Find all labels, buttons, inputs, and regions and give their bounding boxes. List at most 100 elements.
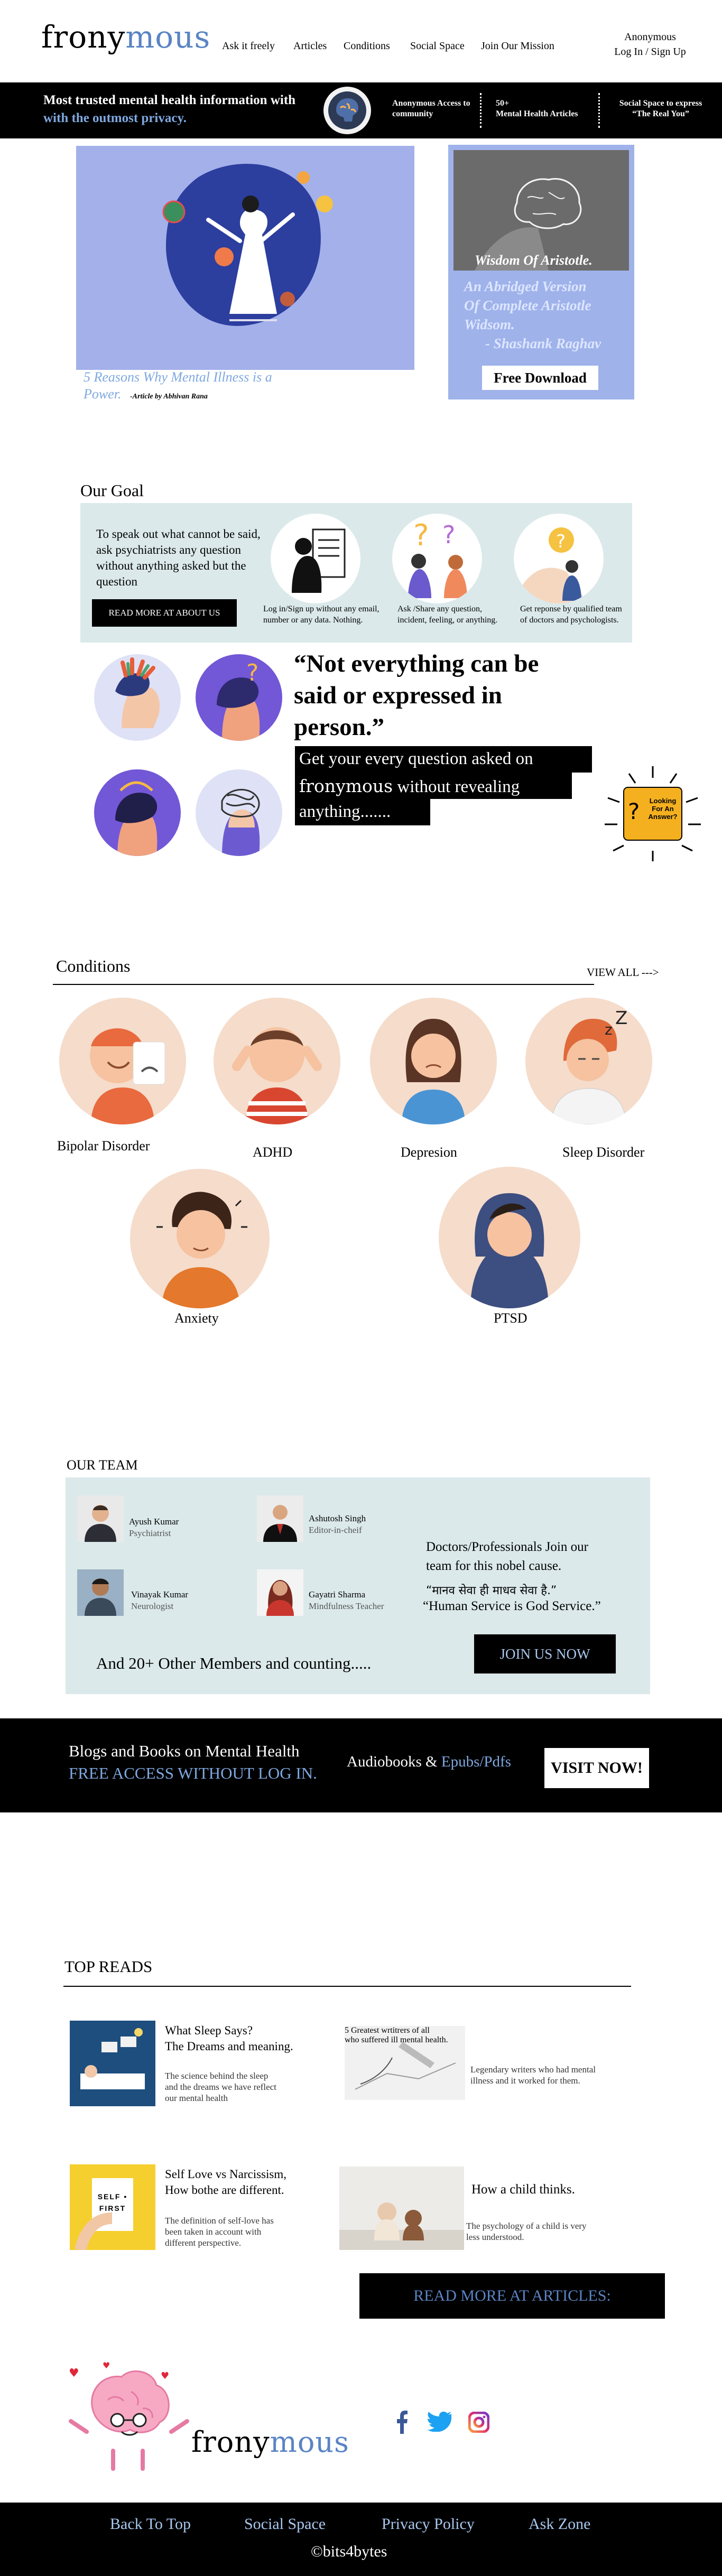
read-card-4[interactable]: How a child thinks. The psychology of a … [339, 2166, 635, 2251]
svg-text:?: ? [628, 798, 640, 824]
condition-bipolar-image[interactable] [59, 998, 186, 1124]
condition-anxiety-label[interactable]: Anxiety [174, 1310, 219, 1326]
member-role: Editor-in-cheif [309, 1525, 362, 1535]
top-reads-heading: TOP READS [64, 1957, 153, 1976]
logo-part2: mous [125, 19, 211, 55]
visit-now-button[interactable]: VISIT NOW! [544, 1748, 649, 1788]
footer-link-ask-zone[interactable]: Ask Zone [529, 2515, 590, 2533]
twitter-icon[interactable] [427, 2412, 451, 2432]
condition-adhd-image[interactable] [214, 998, 340, 1124]
login-illustration [271, 514, 360, 603]
condition-depression-image[interactable] [370, 998, 497, 1124]
condition-ptsd-image[interactable] [439, 1167, 580, 1308]
brain-mascot: ♥ ♥ ♥ [66, 2358, 190, 2474]
book-caption: Wisdom Of Aristotle. [475, 253, 593, 268]
svg-text:♥: ♥ [161, 2370, 169, 2382]
read-title-2: 5 Greatest wrtitrers of all who suffered… [345, 2026, 448, 2045]
svg-text:♥: ♥ [69, 2367, 79, 2380]
footer-link-social-space[interactable]: Social Space [244, 2515, 326, 2533]
divider-1 [480, 93, 482, 128]
team-english-quote: “Human Service is God Service.” [423, 1599, 601, 1613]
privacy-banner: Most trusted mental health information w… [0, 82, 722, 138]
brain-globe-icon [323, 87, 371, 134]
condition-adhd-label[interactable]: ADHD [253, 1145, 292, 1160]
epubs-label: Epubs/Pdfs [441, 1753, 511, 1770]
site-logo[interactable]: fronymous [41, 19, 210, 55]
read-title-1-line2: The Dreams and meaning. [165, 2040, 293, 2053]
nav-articles[interactable]: Articles [293, 40, 327, 52]
blogs-subtitle: FREE ACCESS WITHOUT LOG IN. [69, 1764, 317, 1782]
member-name: Gayatri Sharma [309, 1589, 366, 1599]
team-member-4[interactable]: Gayatri Sharma Mindfulness Teacher [257, 1569, 394, 1617]
condition-anxiety-image[interactable] [130, 1169, 270, 1308]
condition-sleep-disorder-label[interactable]: Sleep Disorder [562, 1145, 644, 1160]
instagram-icon[interactable] [468, 2412, 489, 2433]
read-thumb-self-love: SELF • FIRST [70, 2164, 155, 2250]
condition-depression-label[interactable]: Depresion [401, 1145, 457, 1160]
featured-article-title[interactable]: 5 Reasons Why Mental Illness is a Power.… [84, 369, 272, 405]
quote-text: “Not everything can be said or expressed… [294, 648, 539, 743]
nav-social-space[interactable]: Social Space [410, 40, 465, 52]
quote-line3: person.” [294, 713, 385, 741]
account-menu[interactable]: Anonymous Log In / Sign Up [603, 30, 698, 59]
facebook-icon[interactable] [395, 2411, 408, 2434]
svg-text:?: ? [442, 520, 455, 549]
team-member-1[interactable]: Ayush Kumar Psychiatrist [77, 1495, 215, 1543]
looking-for-answer-badge[interactable]: ? Looking For An Answer? [597, 761, 708, 867]
svg-text:♥: ♥ [103, 2360, 110, 2370]
badge-text: Looking For An Answer? [648, 797, 678, 821]
quote-line2: said or expressed in [294, 682, 502, 709]
team-member-2[interactable]: Ashutosh Singh Editor-in-cheif [257, 1495, 394, 1543]
team-others-count: And 20+ Other Members and counting..... [96, 1654, 372, 1672]
footer-link-back-to-top[interactable]: Back To Top [110, 2515, 191, 2533]
free-download-button[interactable]: Free Download [482, 366, 598, 390]
nav-conditions[interactable]: Conditions [344, 40, 390, 52]
condition-bipolar-label[interactable]: Bipolar Disorder [57, 1138, 150, 1154]
read-card-1[interactable]: What Sleep Says? The Dreams and meaning.… [70, 2021, 323, 2110]
conditions-heading: Conditions [56, 956, 131, 975]
formats-ampersand: & [421, 1753, 441, 1770]
footer-logo[interactable]: fronymous [191, 2425, 349, 2459]
footer-logo-part2: mous [270, 2425, 349, 2459]
featured-article-image[interactable] [76, 146, 414, 370]
feature-anonymous-access: Anonymous Access to community [392, 99, 470, 118]
read-title-1: What Sleep Says? The Dreams and meaning. [165, 2023, 293, 2054]
feature-social-space: Social Space to express “The Real You” [608, 98, 714, 119]
quote-cta-line1-box: Get your every question asked on [295, 746, 592, 773]
read-desc-4: The psychology of a child is very less u… [466, 2221, 587, 2242]
head-thoughts-illustration-4 [196, 769, 282, 856]
book-description: An Abridged Version Of Complete Aristotl… [464, 277, 601, 353]
member-name: Vinayak Kumar [131, 1589, 189, 1599]
member-photo [257, 1569, 303, 1616]
footer-link-privacy-policy[interactable]: Privacy Policy [382, 2515, 475, 2533]
login-signup-link[interactable]: Log In / Sign Up [603, 44, 698, 59]
book-author: - Shashank Raghav [485, 336, 601, 351]
read-thumb-sleep [70, 2021, 155, 2106]
nav-ask-it-freely[interactable]: Ask it freely [222, 40, 275, 52]
head-thoughts-illustration-1 [94, 654, 181, 741]
read-desc-1: The science behind the sleep and the dre… [165, 2071, 276, 2103]
quote-cta-line2-box: fronymous without revealing [295, 773, 572, 799]
read-card-3[interactable]: SELF • FIRST Self Love vs Narcissism, Ho… [70, 2164, 323, 2254]
team-heading: OUR TEAM [67, 1457, 138, 1473]
footer-bar: Back To Top Social Space Privacy Policy … [0, 2503, 722, 2576]
read-card-2[interactable]: 5 Greatest wrtitrers of all who suffered… [345, 2026, 641, 2110]
goal-statement: To speak out what cannot be said, ask ps… [96, 527, 261, 588]
nav-join-our-mission[interactable]: Join Our Mission [481, 40, 554, 52]
svg-text:z: z [605, 1021, 613, 1038]
feature-social-line1: Social Space to express [619, 99, 702, 108]
book-cover-image[interactable]: Wisdom Of Aristotle. [453, 150, 629, 271]
view-all-conditions-link[interactable]: VIEW ALL ---> [587, 966, 659, 979]
blogs-formats: Audiobooks & Epubs/Pdfs [347, 1753, 511, 1771]
condition-sleep-disorder-image[interactable]: z Z [525, 998, 652, 1124]
read-more-articles-button[interactable]: READ MORE AT ARTICLES: [359, 2273, 665, 2319]
goal-step2: Ask /Share any question, incident, feeli… [397, 605, 498, 625]
condition-ptsd-label[interactable]: PTSD [494, 1310, 527, 1326]
account-status: Anonymous [624, 31, 676, 43]
join-us-now-button[interactable]: JOIN US NOW [474, 1634, 616, 1674]
read-more-about-button[interactable]: READ MORE AT ABOUT US [92, 599, 237, 627]
team-join-line2: team for this nobel cause. [426, 1559, 562, 1573]
member-role: Neurologist [131, 1601, 174, 1611]
quote-cta-rest: without revealing [393, 777, 520, 796]
team-member-3[interactable]: Vinayak Kumar Neurologist [77, 1569, 215, 1617]
